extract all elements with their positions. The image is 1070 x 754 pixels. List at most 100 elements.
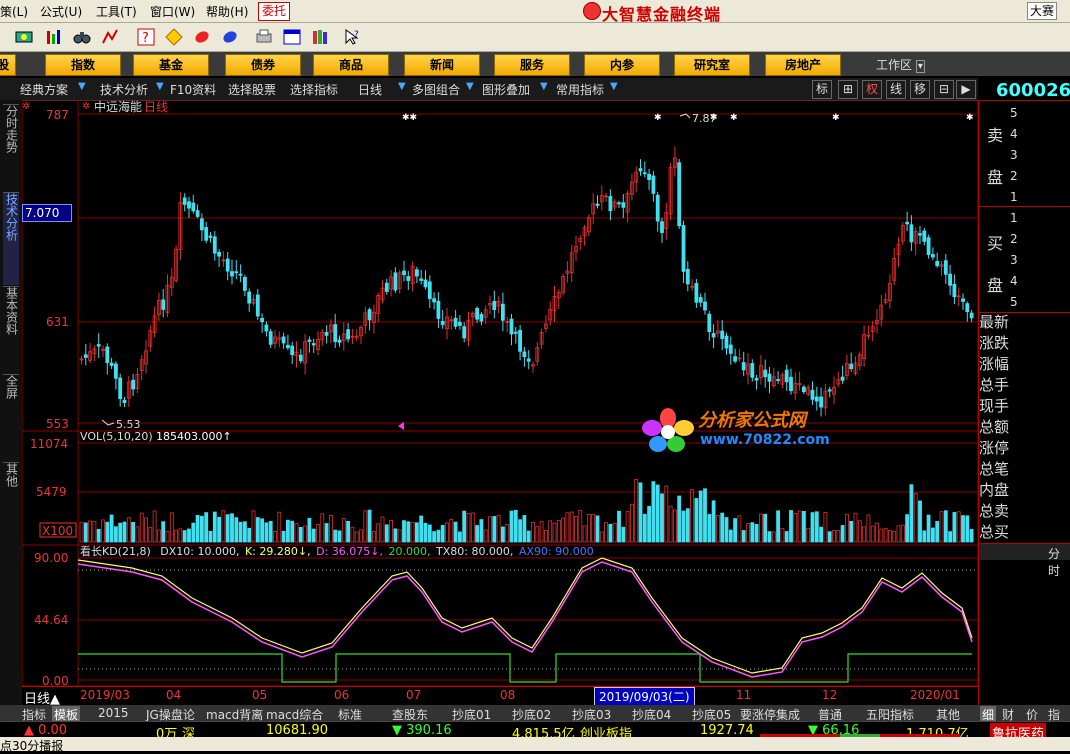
blue-marker-icon[interactable] — [220, 27, 240, 47]
candle-body — [694, 283, 699, 303]
func-daily[interactable]: 日线 — [358, 81, 382, 98]
tab-tech-analysis[interactable]: 技术分析 — [3, 192, 19, 285]
red-marker-icon[interactable] — [192, 27, 212, 47]
field-current-volume: 现手 — [979, 397, 1010, 415]
volume-bar — [436, 529, 441, 543]
func-overlay[interactable]: 图形叠加 — [482, 81, 530, 98]
dasai-button[interactable]: 大赛 — [1027, 2, 1058, 20]
tab-fundamentals[interactable]: 基本资料 — [3, 286, 19, 371]
tab-intraday[interactable]: 分时走势 — [3, 104, 19, 189]
candle-body — [789, 376, 793, 392]
svg-text:?: ? — [354, 30, 359, 40]
workarea-dropdown-icon[interactable]: ▾ — [915, 60, 925, 73]
buy-label: 买 — [987, 234, 1004, 253]
volume-bar — [513, 509, 518, 543]
func-multi-chart[interactable]: 多图组合 — [412, 81, 460, 98]
chevron-down-icon[interactable]: ▼ — [610, 81, 618, 92]
date-label: 2019/03 — [80, 688, 130, 702]
cat-fund[interactable]: 基金 — [133, 54, 209, 76]
cat-service[interactable]: 服务 — [494, 54, 570, 76]
chevron-down-icon[interactable]: ▼ — [156, 81, 164, 92]
tab-other[interactable]: 其他 — [3, 462, 19, 547]
cat-bond[interactable]: 债券 — [225, 54, 301, 76]
func-classic-scheme[interactable]: 经典方案 — [20, 81, 68, 98]
cat-commodity[interactable]: 商品 — [313, 54, 389, 76]
volume-bar — [225, 514, 230, 543]
move-button[interactable]: 移 — [910, 80, 930, 99]
binoculars-icon[interactable] — [72, 27, 92, 47]
candle-body — [268, 331, 273, 345]
candle-body — [660, 221, 664, 233]
candle-body — [311, 343, 316, 346]
func-common-indicator[interactable]: 常用指标 — [556, 81, 604, 98]
books-icon[interactable] — [310, 27, 330, 47]
tab-2015[interactable]: 2015 — [98, 706, 129, 720]
menu-tools[interactable]: 工具(T) — [96, 3, 137, 20]
func-tech-analysis[interactable]: 技术分析 — [100, 81, 148, 98]
rights-button[interactable]: 权 — [862, 80, 882, 99]
play-button[interactable]: ▶ — [956, 80, 976, 99]
signal-icon[interactable] — [100, 27, 120, 47]
help-pointer-icon[interactable]: ? — [342, 27, 362, 47]
chevron-down-icon[interactable]: ▼ — [398, 81, 406, 92]
volume-bar — [677, 495, 682, 543]
volume-bar — [419, 515, 424, 543]
cat-research[interactable]: 研究室 — [674, 54, 750, 76]
volume-bar — [350, 526, 355, 543]
tab-fullscreen[interactable]: 全屏 — [3, 374, 19, 459]
window-toggle-button[interactable]: ⊟ — [934, 80, 954, 99]
print-icon[interactable] — [254, 27, 274, 47]
cat-news[interactable]: 新闻 — [404, 54, 480, 76]
candle-body — [918, 233, 922, 236]
volume-bar — [703, 488, 707, 543]
intraday-link[interactable]: 分时 — [1048, 545, 1070, 579]
cat-stock[interactable]: 股 — [0, 54, 16, 76]
chevron-down-icon[interactable]: ▼ — [78, 81, 86, 92]
stock-code[interactable]: 600026 — [996, 80, 1070, 101]
func-select-stock[interactable]: 选择股票 — [228, 81, 276, 98]
chevron-down-icon[interactable]: ▼ — [540, 81, 548, 92]
volume-bar — [630, 503, 634, 543]
workarea-toggle[interactable]: 工作区 ▾ — [876, 56, 925, 73]
flag-icon[interactable] — [14, 27, 34, 47]
question-icon[interactable]: ? — [136, 27, 156, 47]
grid-button[interactable]: ⊞ — [838, 80, 858, 99]
flower-logo-icon — [642, 408, 694, 452]
volume-bar — [879, 528, 884, 543]
bar-chart-icon[interactable] — [44, 27, 64, 47]
volume-bar — [668, 505, 673, 543]
volume-bar — [969, 528, 974, 543]
func-f10[interactable]: F10资料 — [170, 81, 216, 98]
cat-insider[interactable]: 内参 — [584, 54, 660, 76]
volume-bar — [569, 511, 574, 543]
window-icon[interactable] — [282, 27, 302, 47]
red-star-icon: ✲ — [82, 101, 90, 112]
mark-button[interactable]: 标 — [812, 80, 832, 99]
diamond-icon[interactable] — [164, 27, 184, 47]
cat-index[interactable]: 指数 — [45, 54, 121, 76]
volume-bar — [247, 527, 252, 543]
volume-bars — [79, 478, 974, 543]
news-ticker[interactable]: 点30分播报 — [0, 737, 1070, 753]
candle-body — [802, 386, 806, 393]
func-select-indicator[interactable]: 选择指标 — [290, 81, 338, 98]
menu-window[interactable]: 窗口(W) — [150, 3, 195, 20]
candle-body — [122, 399, 127, 404]
kd-axis-label: 0.00 — [42, 674, 69, 686]
volume-bar — [518, 519, 523, 543]
menu-strategy[interactable]: 策(L) — [0, 3, 28, 20]
candle-body — [475, 308, 480, 320]
volume-bar — [397, 529, 402, 543]
volume-bar — [531, 521, 535, 543]
line-button[interactable]: 线 — [886, 80, 906, 99]
weituo-button[interactable]: 委托 — [258, 2, 291, 21]
menu-formula[interactable]: 公式(U) — [40, 3, 82, 20]
volume-bar — [298, 526, 303, 543]
left-tabs: 分时走势 技术分析 基本资料 全屏 其他 — [0, 100, 22, 705]
menu-help[interactable]: 帮助(H) — [206, 3, 248, 20]
chevron-down-icon[interactable]: ▼ — [466, 81, 474, 92]
chart-area[interactable]: 787 631 553 11074 5479 X100 90.00 44.64 … — [22, 100, 978, 686]
buy-level: 5 — [1010, 295, 1018, 309]
volume-bar — [875, 522, 879, 543]
cat-real-estate[interactable]: 房地产 — [765, 54, 841, 76]
